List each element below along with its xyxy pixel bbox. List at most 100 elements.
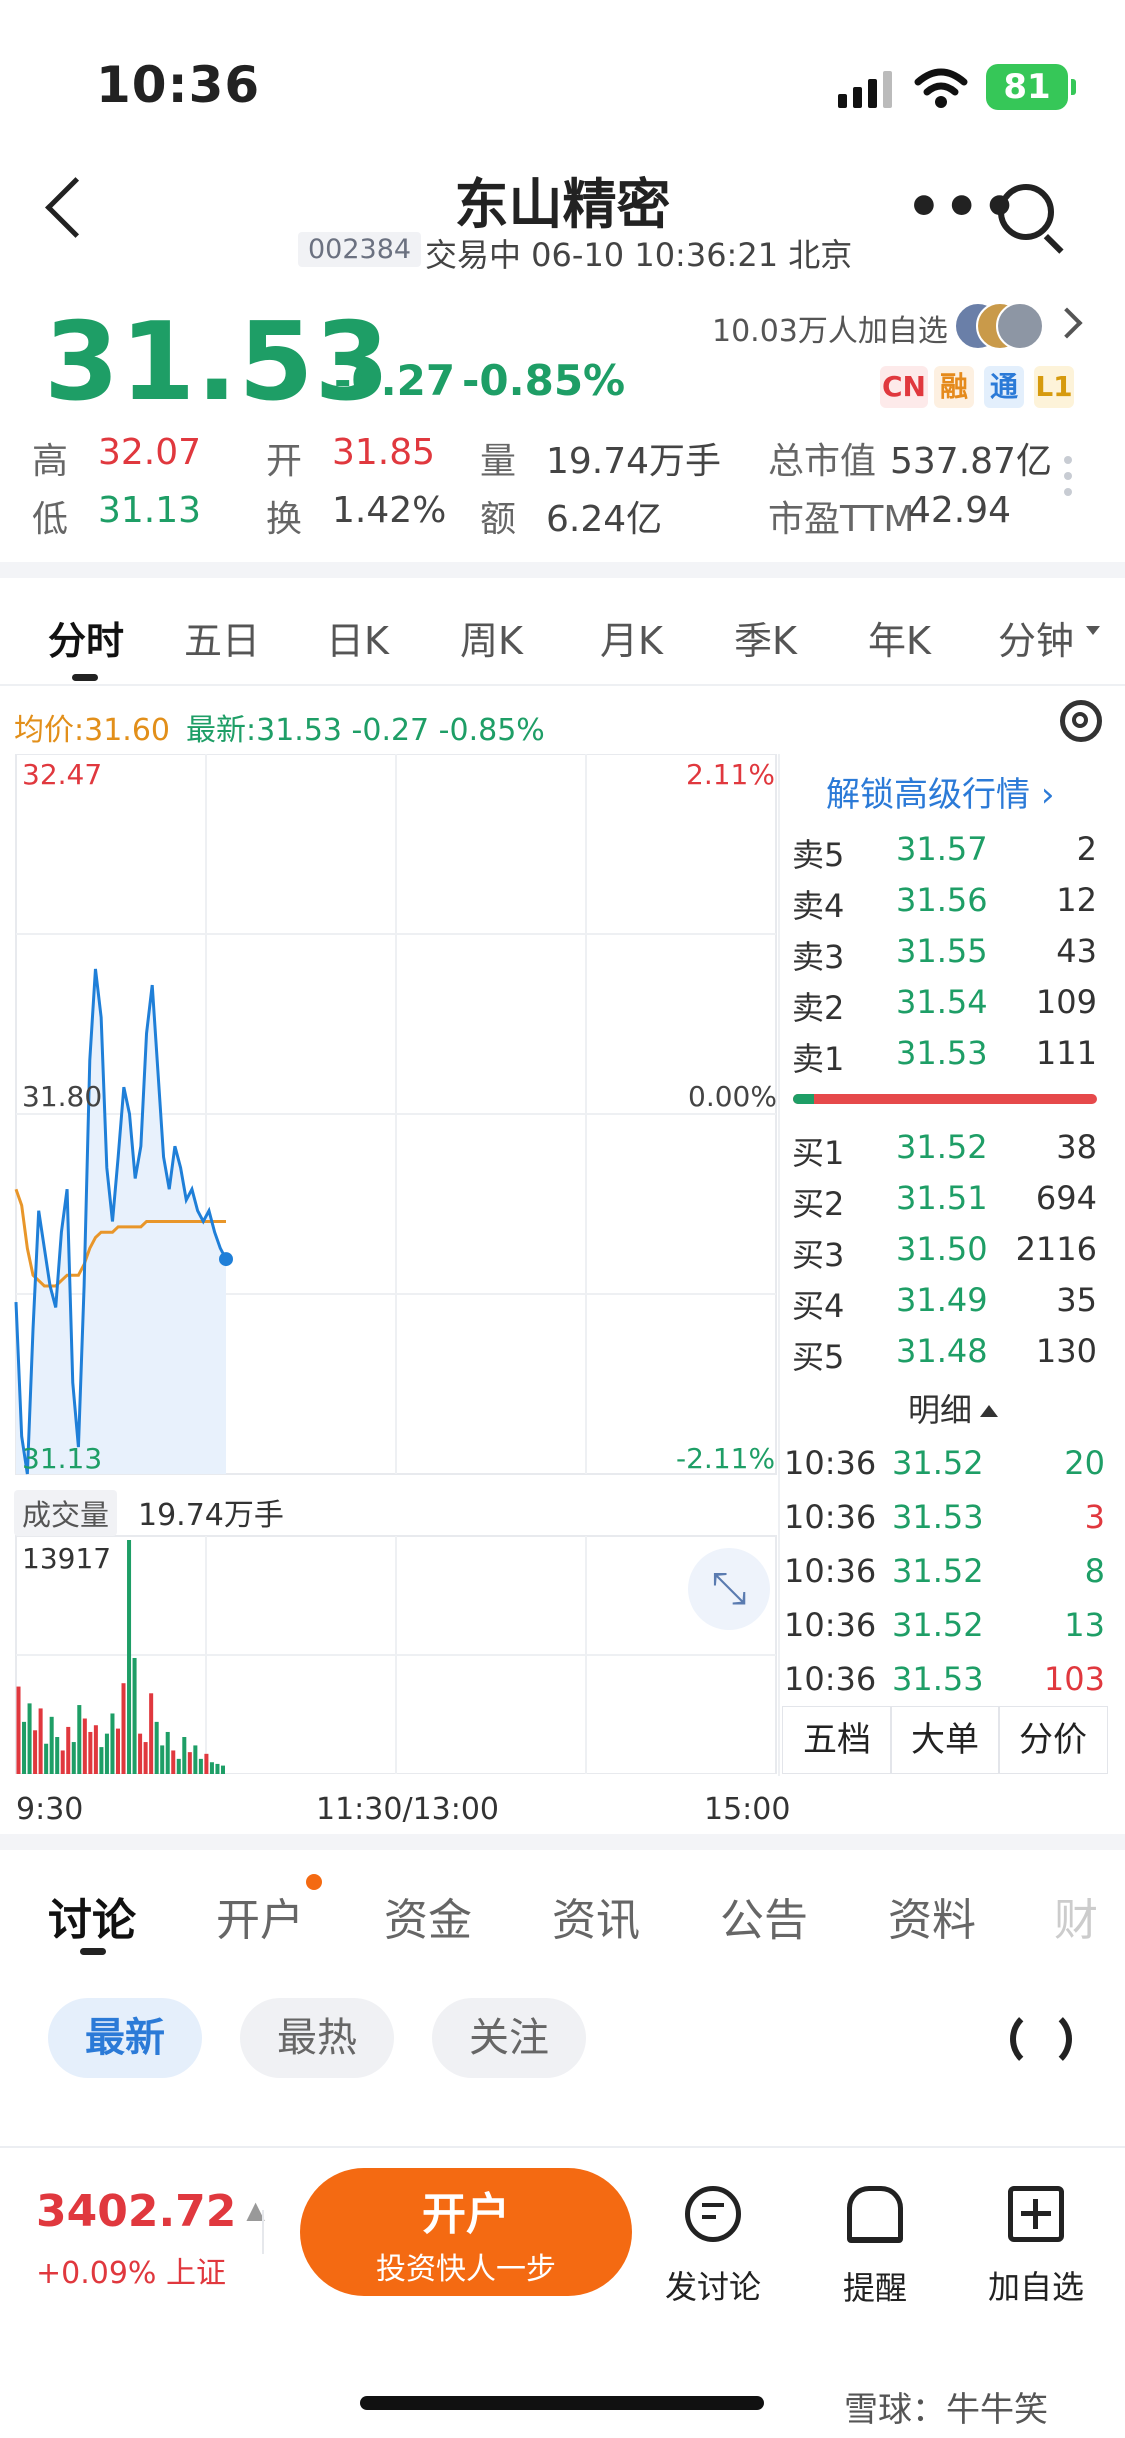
volume-bar: [209, 1762, 214, 1774]
reminder-button[interactable]: 提醒: [815, 2186, 935, 2309]
content-tab-1[interactable]: 开户: [216, 1884, 304, 1948]
refresh-icon[interactable]: [1010, 2008, 1072, 2070]
volume-bar: [149, 1693, 154, 1774]
content-tab-3[interactable]: 资讯: [552, 1884, 640, 1948]
tab-4[interactable]: 月K: [600, 610, 663, 665]
price-low-label: 31.13: [22, 1442, 103, 1475]
content-tab-2[interactable]: 资金: [384, 1884, 472, 1948]
expand-icon[interactable]: ⤡: [688, 1548, 770, 1630]
section-divider: [0, 562, 1125, 578]
order-qty: 109: [1035, 983, 1097, 1021]
content-tab-4[interactable]: 公告: [720, 1884, 808, 1948]
tab-7[interactable]: 分钟: [998, 610, 1074, 665]
volume-bar: [220, 1765, 225, 1774]
volume-bar: [55, 1737, 60, 1774]
order-price: 31.48: [896, 1332, 988, 1370]
order-price: 31.52: [896, 1128, 988, 1166]
signal-icon: [838, 71, 892, 108]
stat-value: 6.24亿: [546, 499, 663, 540]
bid-ratio-fill: [793, 1094, 815, 1104]
filter-latest[interactable]: 最新: [48, 1998, 202, 2078]
volume-bar: [160, 1745, 165, 1774]
stat-label: 额: [480, 499, 517, 540]
unlock-advanced-quotes-link[interactable]: 解锁高级行情 ›: [826, 767, 1054, 816]
order-label: 买4: [792, 1287, 845, 1325]
latest-price-dot: [219, 1252, 233, 1267]
volume-bar: [22, 1721, 27, 1774]
volume-bar: [38, 1708, 43, 1774]
settings-icon[interactable]: [1060, 700, 1102, 742]
pct-high-label: 2.11%: [686, 758, 775, 791]
volume-bar: [104, 1733, 109, 1774]
price-change-pct: -0.85%: [462, 356, 626, 405]
seg-level5[interactable]: 五档: [782, 1706, 892, 1774]
trade-price: 31.52: [892, 1444, 984, 1482]
tab-5[interactable]: 季K: [734, 610, 797, 665]
order-label: 买3: [792, 1236, 845, 1274]
volume-bar: [193, 1745, 198, 1774]
filter-hottest[interactable]: 最热: [240, 1998, 394, 2078]
volume-bar: [171, 1750, 176, 1774]
bottom-separator: [262, 2210, 264, 2254]
notification-dot: [306, 1874, 322, 1890]
volume-bar: [187, 1752, 192, 1774]
content-tab-5[interactable]: 资料: [888, 1884, 976, 1948]
order-price: 31.53: [896, 1034, 988, 1072]
tab-2[interactable]: 日K: [326, 610, 389, 665]
order-price: 31.51: [896, 1179, 988, 1217]
intraday-chart[interactable]: [0, 754, 780, 1774]
order-label: 卖5: [792, 836, 845, 874]
tab-6[interactable]: 年K: [868, 610, 931, 665]
order-book-border: [778, 754, 780, 1776]
seg-price-split[interactable]: 分价: [998, 1706, 1108, 1774]
volume-bar: [77, 1705, 82, 1774]
trade-price: 31.52: [892, 1552, 984, 1590]
stat-value: 31.13: [98, 490, 202, 531]
order-label: 卖1: [792, 1040, 845, 1078]
trade-qty: 8: [1084, 1552, 1105, 1590]
tab-0[interactable]: 分时: [48, 610, 124, 665]
seg-big-orders[interactable]: 大单: [890, 1706, 1000, 1774]
tab-3[interactable]: 周K: [460, 610, 523, 665]
add-watchlist-button[interactable]: 加自选: [976, 2186, 1096, 2308]
content-tab-0[interactable]: 讨论: [48, 1884, 136, 1948]
tag-l1: L1: [1034, 366, 1074, 408]
trade-time: 10:36: [784, 1606, 877, 1644]
reminder-label: 提醒: [842, 2269, 907, 2307]
followers-count[interactable]: 10.03万人加自选: [712, 306, 948, 350]
filter-following[interactable]: 关注: [432, 1998, 586, 2078]
detail-header[interactable]: 明细: [908, 1385, 999, 1431]
stock-code: 002384: [298, 232, 422, 267]
volume-bar: [182, 1737, 187, 1774]
stat-label: 换: [266, 499, 303, 540]
content-tab-6[interactable]: 财: [1054, 1884, 1098, 1948]
time-axis-mid: 11:30/13:00: [316, 1792, 500, 1827]
volume-bar: [88, 1731, 93, 1774]
trading-status: 交易中 06-10 10:36:21 北京: [425, 236, 853, 274]
stat-label: 总市值: [768, 441, 877, 482]
trade-qty: 103: [1043, 1660, 1105, 1698]
more-stats-icon[interactable]: [1064, 456, 1072, 504]
time-axis-end: 15:00: [704, 1792, 791, 1827]
follower-avatars[interactable]: [954, 302, 1044, 350]
index-value[interactable]: 3402.72 ▲: [36, 2186, 265, 2237]
battery-indicator: 81: [986, 64, 1076, 110]
volume-bar: [16, 1686, 21, 1774]
post-discussion-button[interactable]: 发讨论: [653, 2186, 773, 2308]
volume-bar: [44, 1743, 49, 1774]
triangle-up-icon: [980, 1405, 999, 1417]
price-change: -0.27: [334, 356, 456, 405]
search-icon[interactable]: [998, 184, 1054, 240]
trade-price: 31.52: [892, 1606, 984, 1644]
caret-down-icon[interactable]: [1086, 626, 1100, 635]
tab-1[interactable]: 五日: [184, 610, 260, 665]
wifi-icon: [914, 68, 968, 108]
chevron-right-icon[interactable]: [1051, 307, 1083, 339]
home-indicator[interactable]: [360, 2396, 764, 2410]
bid-ask-ratio-bar: [793, 1094, 1097, 1104]
open-account-button[interactable]: 开户 投资快人一步: [300, 2168, 632, 2296]
order-qty: 38: [1056, 1128, 1097, 1166]
open-account-title: 开户: [422, 2189, 510, 2240]
volume-bar: [154, 1721, 159, 1774]
volume-bar: [198, 1758, 203, 1774]
